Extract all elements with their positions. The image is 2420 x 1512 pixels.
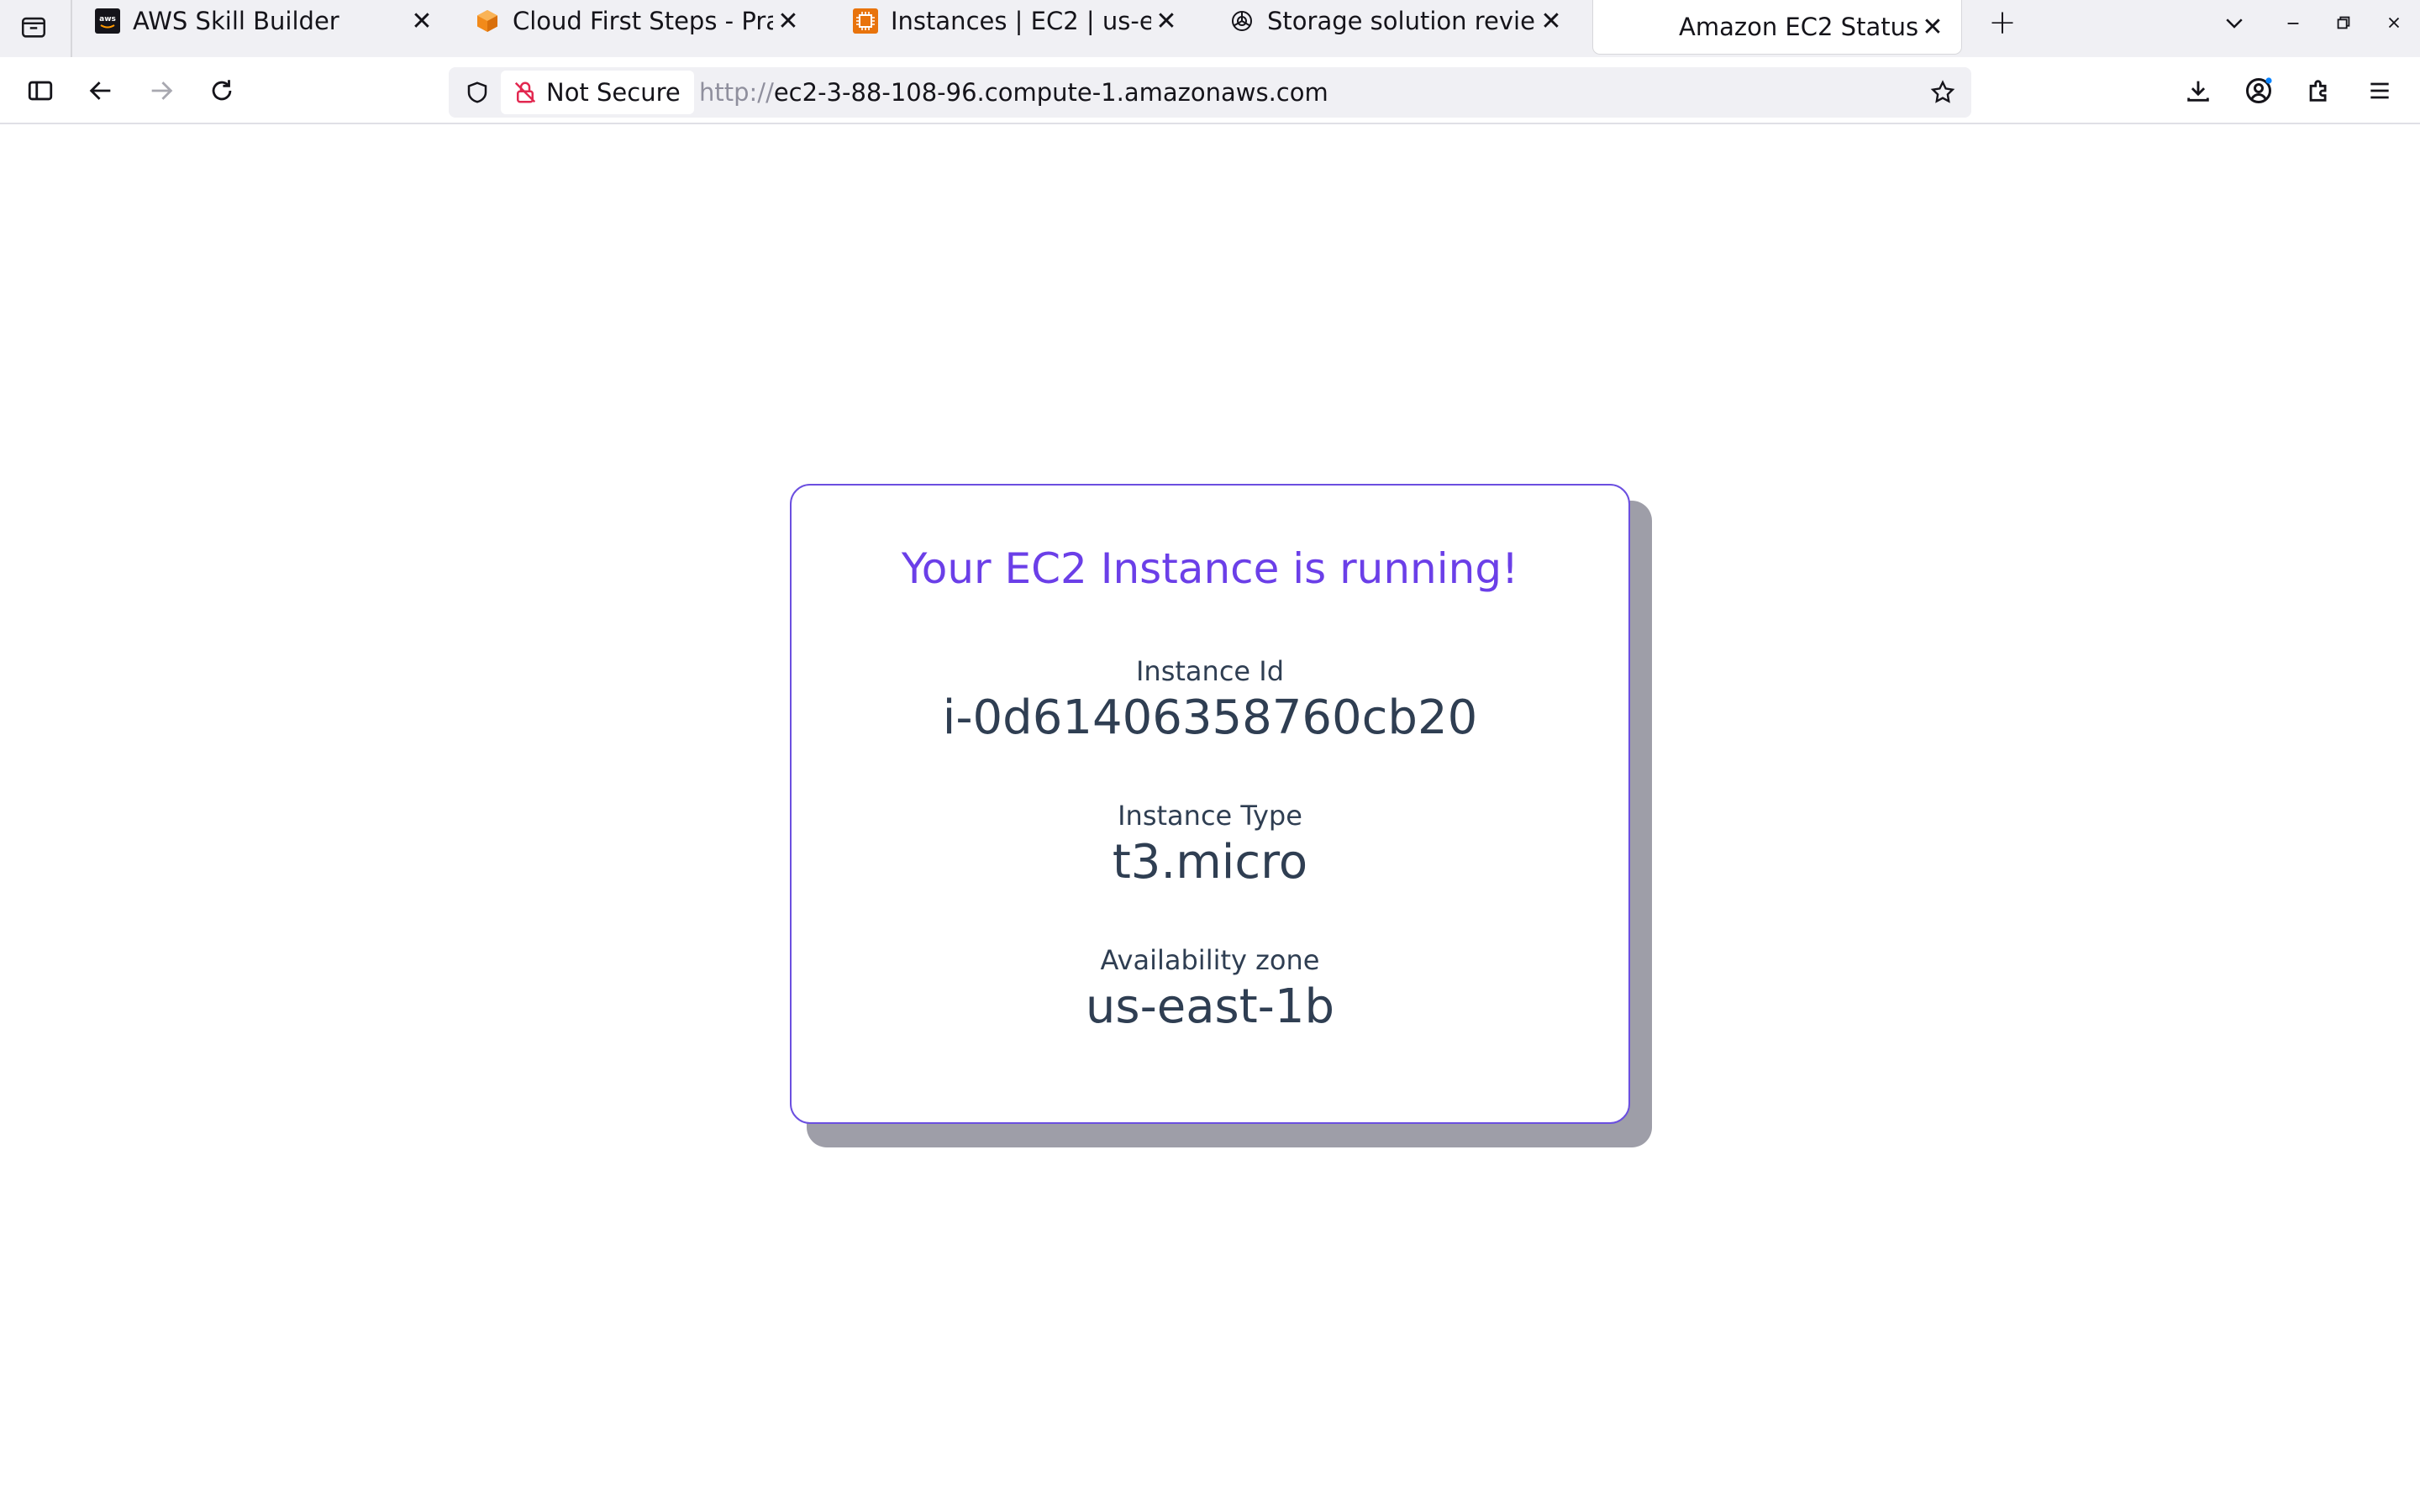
insecure-lock-icon	[514, 81, 536, 103]
connection-not-secure-button[interactable]: Not Secure	[501, 71, 694, 114]
forward-arrow-icon[interactable]	[141, 71, 182, 111]
tab-separator	[71, 0, 72, 57]
security-label: Not Secure	[546, 78, 681, 107]
close-icon[interactable]: ✕	[773, 6, 803, 36]
account-icon[interactable]	[2238, 71, 2279, 111]
instance-id-value: i-0d61406358760cb20	[942, 690, 1478, 745]
tab-title: Storage solution review	[1267, 7, 1536, 35]
back-arrow-icon[interactable]	[81, 71, 121, 111]
minimize-icon[interactable]	[2274, 3, 2312, 42]
instance-status-card: Your EC2 Instance is running! Instance I…	[790, 484, 1630, 1124]
tab-ec2-instances[interactable]: Instances | EC2 | us-east-1 ✕	[839, 0, 1195, 42]
tab-storage-solution-review[interactable]: Storage solution review ✕	[1215, 0, 1580, 42]
close-icon[interactable]: ✕	[1918, 12, 1948, 42]
instance-type-value: t3.micro	[1112, 835, 1308, 890]
navigation-toolbar: Not Secure http://ec2-3-88-108-96.comput…	[0, 57, 2420, 124]
tab-manager-icon[interactable]	[13, 7, 54, 47]
hamburger-menu-icon[interactable]	[2360, 71, 2400, 111]
availability-zone-value: us-east-1b	[1085, 979, 1335, 1034]
url-text[interactable]: http://ec2-3-88-108-96.compute-1.amazona…	[699, 67, 1328, 118]
url-host: ec2-3-88-108-96.compute-1.amazonaws.com	[773, 78, 1328, 107]
extensions-puzzle-icon[interactable]	[2299, 71, 2339, 111]
tab-title: Amazon EC2 Status	[1679, 13, 1918, 41]
restore-icon[interactable]	[2324, 3, 2363, 42]
address-bar[interactable]: Not Secure http://ec2-3-88-108-96.comput…	[449, 67, 1971, 118]
list-all-tabs-icon[interactable]	[2215, 3, 2254, 42]
page-heading: Your EC2 Instance is running!	[901, 544, 1519, 593]
reload-icon[interactable]	[202, 71, 242, 111]
availability-zone-label: Availability zone	[1100, 944, 1320, 976]
instance-id-label: Instance Id	[1135, 655, 1285, 687]
openai-icon	[1228, 8, 1255, 34]
sidebar-toggle-icon[interactable]	[20, 71, 60, 111]
bookmark-star-icon[interactable]	[1926, 76, 1960, 109]
instance-id-field: Instance Id i-0d61406358760cb20	[792, 655, 1628, 745]
instance-type-label: Instance Type	[1118, 800, 1302, 832]
blank-page-icon	[1607, 13, 1634, 40]
instance-type-field: Instance Type t3.micro	[792, 800, 1628, 890]
ec2-icon	[852, 8, 879, 34]
close-window-icon[interactable]	[2375, 3, 2413, 42]
tab-strip: aws AWS Skill Builder ✕ Cloud First Step…	[0, 0, 2420, 57]
tab-title: Cloud First Steps - Practic	[513, 7, 773, 35]
availability-zone-field: Availability zone us-east-1b	[792, 944, 1628, 1034]
new-tab-button[interactable]: +	[1983, 3, 2022, 42]
cube-icon	[474, 8, 501, 34]
tab-cloud-first-steps[interactable]: Cloud First Steps - Practic ✕	[460, 0, 817, 42]
svg-text:aws: aws	[99, 15, 116, 24]
close-icon[interactable]: ✕	[1151, 6, 1181, 36]
downloads-icon[interactable]	[2178, 71, 2218, 111]
close-icon[interactable]: ✕	[407, 6, 437, 36]
tab-title: Instances | EC2 | us-east-1	[891, 7, 1151, 35]
close-icon[interactable]: ✕	[1536, 6, 1566, 36]
tracking-protection-shield-icon[interactable]	[460, 76, 494, 109]
tab-aws-skill-builder[interactable]: aws AWS Skill Builder ✕	[81, 0, 450, 42]
tab-title: AWS Skill Builder	[133, 7, 339, 35]
url-scheme: http://	[699, 78, 774, 107]
tab-amazon-ec2-status[interactable]: Amazon EC2 Status ✕	[1593, 0, 1961, 54]
aws-logo-icon: aws	[94, 8, 121, 34]
